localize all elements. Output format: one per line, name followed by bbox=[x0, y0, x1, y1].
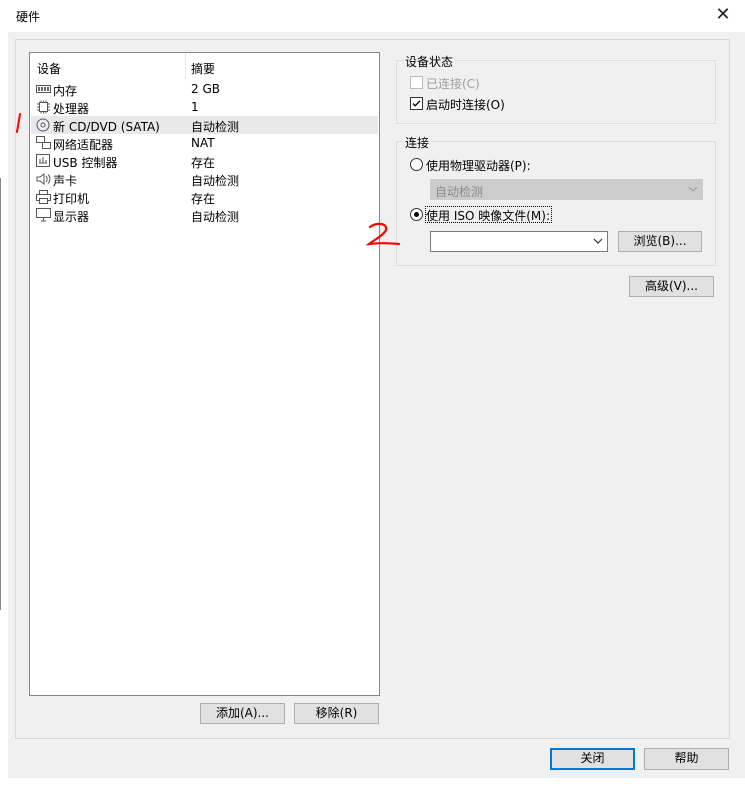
device-summary: 2 GB bbox=[191, 82, 220, 96]
device-row-processor[interactable]: 处理器 1 bbox=[31, 98, 378, 116]
device-row-sound-card[interactable]: 声卡 自动检测 bbox=[31, 170, 378, 188]
cpu-icon bbox=[37, 100, 50, 114]
iso-image-label: 使用 ISO 映像文件(M): bbox=[426, 209, 550, 223]
network-adapter-icon bbox=[36, 136, 51, 149]
physical-drive-select-value: 自动检测 bbox=[435, 185, 484, 199]
device-summary: 存在 bbox=[191, 192, 216, 206]
device-name: 内存 bbox=[53, 84, 78, 98]
radio-selected-dot bbox=[414, 212, 419, 217]
device-summary: 自动检测 bbox=[191, 210, 240, 224]
help-button[interactable]: 帮助 bbox=[644, 748, 729, 770]
column-header-device[interactable]: 设备 bbox=[37, 60, 61, 77]
browse-button[interactable]: 浏览(B)... bbox=[618, 231, 702, 252]
display-icon bbox=[36, 208, 51, 222]
device-name: 显示器 bbox=[53, 210, 90, 224]
window-title: 硬件 bbox=[16, 10, 41, 24]
physical-drive-radio[interactable] bbox=[410, 158, 423, 171]
chevron-down-icon[interactable] bbox=[592, 235, 604, 247]
close-button[interactable]: 关闭 bbox=[550, 748, 635, 770]
sound-card-icon bbox=[36, 173, 51, 185]
hardware-dialog: 硬件 ✕ 设备 摘要 内存 2 GB 处理器 1 新 CD/DVD (SATA)… bbox=[8, 0, 745, 778]
physical-drive-label: 使用物理驱动器(P): bbox=[426, 159, 531, 173]
device-name: USB 控制器 bbox=[53, 156, 118, 170]
background-window-edge bbox=[0, 178, 1, 610]
connect-at-power-on-label: 启动时连接(O) bbox=[426, 98, 505, 112]
device-summary: 1 bbox=[191, 100, 199, 114]
column-header-summary[interactable]: 摘要 bbox=[191, 60, 215, 77]
cd-dvd-icon bbox=[36, 118, 50, 132]
title-bar: 硬件 ✕ bbox=[8, 0, 745, 32]
printer-icon bbox=[36, 190, 51, 204]
device-summary: 自动检测 bbox=[191, 120, 240, 134]
device-name: 网络适配器 bbox=[53, 138, 114, 152]
device-summary: 自动检测 bbox=[191, 174, 240, 188]
device-row-memory[interactable]: 内存 2 GB bbox=[31, 80, 378, 98]
physical-drive-select[interactable]: 自动检测 bbox=[430, 179, 703, 200]
device-name: 新 CD/DVD (SATA) bbox=[53, 120, 160, 134]
device-name: 打印机 bbox=[53, 192, 90, 206]
device-name: 声卡 bbox=[53, 174, 78, 188]
device-row-cd-dvd[interactable]: 新 CD/DVD (SATA) 自动检测 bbox=[31, 116, 378, 134]
device-row-usb-controller[interactable]: USB 控制器 存在 bbox=[31, 152, 378, 170]
checkmark-icon bbox=[412, 100, 421, 107]
connect-at-power-on-checkbox[interactable] bbox=[410, 97, 423, 110]
device-status-group: 设备状态 已连接(C) 启动时连接(O) bbox=[396, 53, 716, 124]
advanced-button[interactable]: 高级(V)... bbox=[629, 276, 714, 297]
close-icon[interactable]: ✕ bbox=[711, 4, 735, 26]
device-row-display[interactable]: 显示器 自动检测 bbox=[31, 206, 378, 224]
connection-title: 连接 bbox=[403, 134, 432, 151]
connection-group: 连接 使用物理驱动器(P): 自动检测 使用 ISO 映像文件(M): 浏览(B… bbox=[396, 134, 716, 266]
column-separator[interactable] bbox=[185, 53, 186, 79]
device-list[interactable]: 设备 摘要 内存 2 GB 处理器 1 新 CD/DVD (SATA) 自动检测… bbox=[29, 52, 380, 696]
usb-controller-icon bbox=[36, 154, 50, 167]
memory-icon bbox=[36, 85, 51, 93]
device-row-printer[interactable]: 打印机 存在 bbox=[31, 188, 378, 206]
add-button[interactable]: 添加(A)... bbox=[200, 703, 285, 724]
remove-button[interactable]: 移除(R) bbox=[294, 703, 379, 724]
connected-label: 已连接(C) bbox=[426, 77, 480, 91]
chevron-down-icon bbox=[688, 186, 698, 192]
annotation-marker-1 bbox=[16, 113, 21, 133]
iso-path-combo[interactable] bbox=[430, 231, 608, 252]
connected-checkbox[interactable] bbox=[410, 76, 423, 89]
device-row-network-adapter[interactable]: 网络适配器 NAT bbox=[31, 134, 378, 152]
annotation-marker-2 bbox=[366, 222, 401, 246]
device-name: 处理器 bbox=[53, 102, 90, 116]
device-summary: NAT bbox=[191, 136, 215, 150]
device-summary: 存在 bbox=[191, 156, 216, 170]
device-status-title: 设备状态 bbox=[403, 53, 456, 70]
iso-image-radio[interactable] bbox=[410, 208, 423, 221]
